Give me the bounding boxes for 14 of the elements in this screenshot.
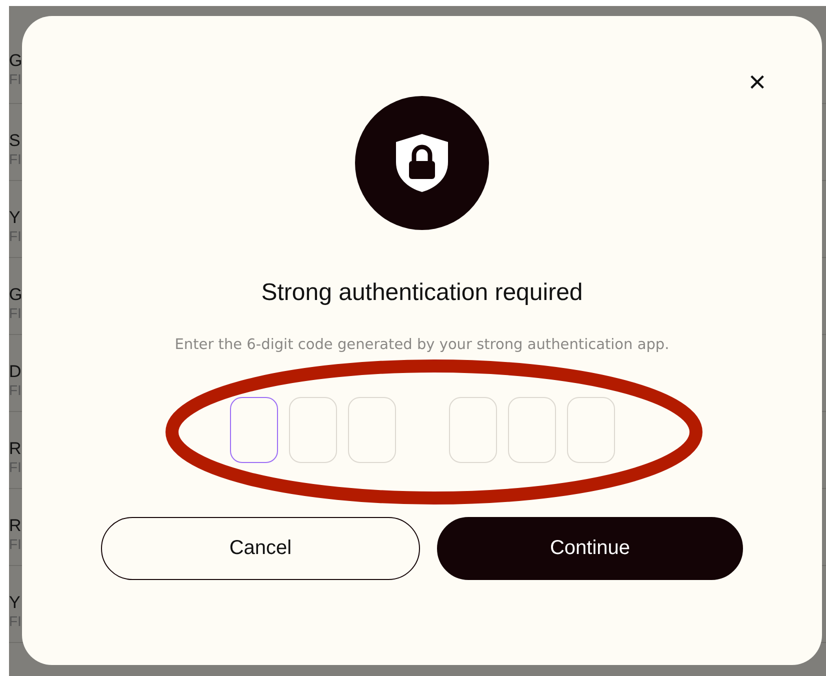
continue-button[interactable]: Continue — [437, 516, 743, 580]
list-item-name: R — [9, 440, 22, 459]
dialog-description: Enter the 6-digit code generated by your strong authentication app. — [174, 336, 670, 355]
dialog-title: Strong authentication required — [261, 278, 583, 308]
list-item-name: Y — [9, 594, 20, 613]
list-item-name: R — [9, 517, 22, 536]
close-button[interactable]: × — [744, 68, 770, 98]
list-item-name: D — [9, 363, 22, 382]
code-digit-field[interactable] — [230, 396, 278, 463]
list-item-name: Y — [9, 209, 20, 228]
list-item-name: S — [9, 132, 20, 151]
list-item-name: G — [9, 52, 22, 71]
list-item-name: G — [9, 286, 22, 305]
cancel-button[interactable]: Cancel — [101, 516, 420, 580]
